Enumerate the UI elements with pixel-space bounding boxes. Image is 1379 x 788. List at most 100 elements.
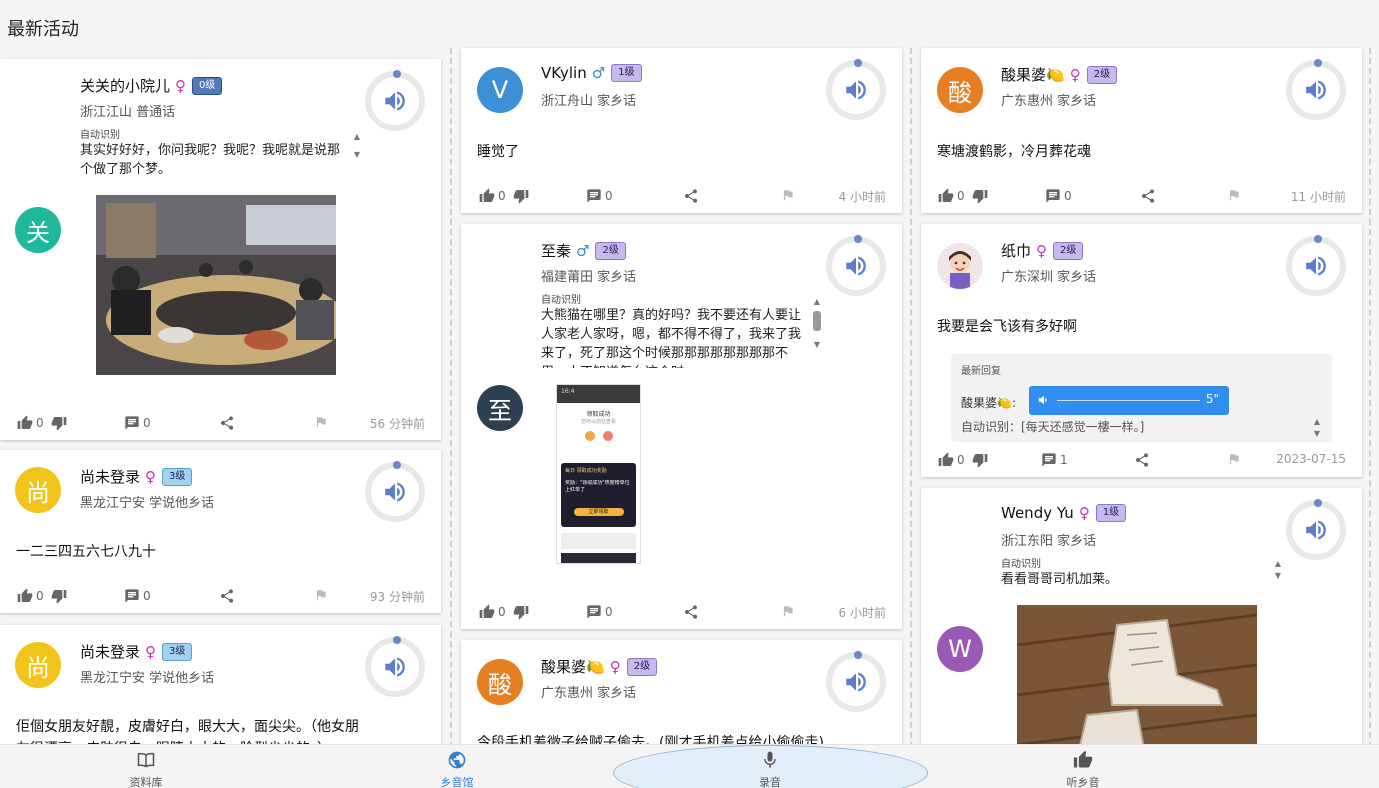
play-audio-button[interactable]: [826, 651, 886, 712]
user-name[interactable]: 至秦: [541, 240, 571, 261]
user-name[interactable]: VKylin: [541, 64, 587, 82]
level-badge: 3级: [162, 642, 193, 661]
user-name[interactable]: 纸巾: [1001, 240, 1031, 261]
reply-audio-player[interactable]: 5": [1029, 386, 1229, 415]
avatar[interactable]: 尚: [15, 642, 61, 688]
thumb-up-icon: [1073, 750, 1093, 768]
play-audio-button[interactable]: [365, 636, 425, 697]
avatar[interactable]: 至: [477, 385, 523, 431]
thumb-down-icon[interactable]: [51, 588, 67, 604]
like-button[interactable]: 0: [938, 188, 988, 204]
like-button[interactable]: 0: [17, 415, 67, 431]
post-card[interactable]: 关 关关的小院儿 ♀ 0级 浙江江山 普通话 自动识别 其实好好好，你问我呢？我…: [0, 59, 441, 440]
user-name[interactable]: Wendy Yu: [1001, 504, 1074, 522]
avatar[interactable]: W: [937, 626, 983, 672]
report-button[interactable]: [781, 188, 795, 202]
reply-scroll[interactable]: ▲ ▼: [1312, 416, 1322, 440]
thumb-down-icon[interactable]: [51, 415, 67, 431]
post-text: 睡觉了: [477, 144, 519, 160]
share-button[interactable]: [1140, 188, 1156, 204]
post-card[interactable]: V VKylin ♂ 1级 浙江舟山 家乡话 睡觉了 0 0 4 小时前: [461, 48, 902, 213]
latest-reply-box: 最新回复 酸果婆🍋: 5" 自动识别：[每天还感觉一樓一样。] ▲ ▼: [951, 354, 1332, 442]
user-name[interactable]: 尚未登录: [80, 466, 140, 487]
user-location: 浙江东阳 家乡话: [1001, 534, 1097, 549]
post-card[interactable]: 酸 酸果婆 🍋 ♀ 2级 广东惠州 家乡话 寒塘渡鹤影，冷月葬花魂 0 0 11…: [921, 48, 1362, 213]
avatar-photo[interactable]: [937, 243, 983, 289]
nav-tab-label: 资料库: [129, 776, 163, 788]
thumb-down-icon[interactable]: [513, 604, 529, 620]
report-button[interactable]: [314, 588, 328, 602]
share-button[interactable]: [683, 188, 699, 204]
user-name[interactable]: 酸果婆: [541, 656, 586, 677]
like-button[interactable]: 0: [938, 452, 988, 468]
phone-status-bar: 16:4: [557, 385, 640, 403]
scroll-down-icon[interactable]: ▼: [1312, 428, 1322, 440]
post-card[interactable]: 纸巾 ♀ 2级 广东深圳 家乡话 我要是会飞该有多好啊 最新回复 酸果婆🍋: 5…: [921, 224, 1362, 477]
play-audio-button[interactable]: [365, 70, 425, 131]
progress-dot-icon: [1314, 235, 1322, 243]
thumb-down-icon[interactable]: [972, 452, 988, 468]
scroll-up-icon[interactable]: ▲: [812, 296, 822, 308]
post-text: 佢個女朋友好靚，皮膚好白，眼大大，面尖尖。（他女朋: [16, 719, 359, 735]
comment-button[interactable]: 1: [1041, 452, 1068, 468]
thumb-down-icon[interactable]: [972, 188, 988, 204]
avatar[interactable]: 关: [15, 207, 61, 253]
post-photo[interactable]: [96, 195, 336, 375]
scroll-down-icon[interactable]: ▼: [812, 339, 822, 351]
play-audio-button[interactable]: [826, 59, 886, 120]
user-name[interactable]: 关关的小院儿: [80, 75, 170, 96]
play-audio-button[interactable]: [1286, 235, 1346, 296]
scroll-down-icon[interactable]: ▼: [1273, 570, 1283, 582]
phone-card-title: 奖励："领取成功"热度榜单位上红单了: [565, 480, 630, 493]
progress-dot-icon: [854, 59, 862, 67]
scroll-up-icon[interactable]: ▲: [352, 131, 362, 143]
avatar[interactable]: 尚: [15, 467, 61, 513]
flag-icon: [1229, 190, 1239, 201]
post-screenshot-image[interactable]: 16:4 领取成功 您可以前往查看 每日 领取成功奖励 奖励："领取成功"热度榜…: [556, 384, 641, 564]
scroll-up-icon[interactable]: ▲: [1312, 416, 1322, 428]
reply-user[interactable]: 酸果婆🍋:: [961, 394, 1016, 411]
nav-tab-dialect-hall[interactable]: 乡音馆: [397, 750, 517, 788]
report-button[interactable]: [781, 604, 795, 618]
play-audio-button[interactable]: [1286, 499, 1346, 560]
transcript-scroll[interactable]: ▲ ▼: [1273, 558, 1283, 582]
nav-tab-library[interactable]: 资料库: [86, 750, 206, 788]
comment-button[interactable]: 0: [124, 588, 151, 604]
post-card[interactable]: W Wendy Yu ♀ 1级 浙江东阳 家乡话 自动识别 看看哥哥司机加莱。 …: [921, 488, 1362, 788]
book-icon: [137, 752, 155, 768]
report-button[interactable]: [1227, 452, 1241, 466]
scroll-thumb[interactable]: [813, 311, 821, 331]
share-button[interactable]: [683, 604, 699, 620]
avatar[interactable]: 酸: [477, 659, 523, 705]
user-name[interactable]: 尚未登录: [80, 641, 140, 662]
avatar[interactable]: 酸: [937, 67, 983, 113]
play-audio-button[interactable]: [365, 461, 425, 522]
nav-tab-listen[interactable]: 听乡音: [1023, 750, 1143, 788]
post-time: 93 分钟前: [369, 590, 425, 604]
like-button[interactable]: 0: [17, 588, 67, 604]
nav-tab-record[interactable]: 录音: [710, 750, 830, 788]
comment-button[interactable]: 0: [586, 604, 613, 620]
play-audio-button[interactable]: [1286, 59, 1346, 120]
comment-button[interactable]: 0: [586, 188, 613, 204]
transcript-scroll[interactable]: ▲ ▼: [352, 131, 362, 161]
user-name[interactable]: 酸果婆: [1001, 64, 1046, 85]
post-card[interactable]: 尚 尚未登录 ♀ 3级 黑龙江宁安 学说他乡话 一二三四五六七八九十 0 0 9…: [0, 450, 441, 613]
report-button[interactable]: [314, 415, 328, 429]
scroll-up-icon[interactable]: ▲: [1273, 558, 1283, 570]
scroll-down-icon[interactable]: ▼: [352, 149, 362, 161]
share-button[interactable]: [219, 588, 235, 604]
comment-button[interactable]: 0: [124, 415, 151, 431]
comment-button[interactable]: 0: [1045, 188, 1072, 204]
share-button[interactable]: [219, 415, 235, 431]
thumb-down-icon[interactable]: [513, 188, 529, 204]
report-button[interactable]: [1227, 188, 1241, 202]
like-button[interactable]: 0: [479, 188, 529, 204]
share-button[interactable]: [1134, 452, 1150, 468]
like-button[interactable]: 0: [479, 604, 529, 620]
post-card[interactable]: 至 至秦 ♂ 2级 福建莆田 家乡话 自动识别 大熊猫在哪里？真的好吗？我不要还…: [461, 224, 902, 629]
play-audio-button[interactable]: [826, 235, 886, 296]
avatar[interactable]: V: [477, 67, 523, 113]
column-divider: [910, 48, 912, 748]
transcript-scroll[interactable]: ▲ ▼: [812, 296, 822, 351]
